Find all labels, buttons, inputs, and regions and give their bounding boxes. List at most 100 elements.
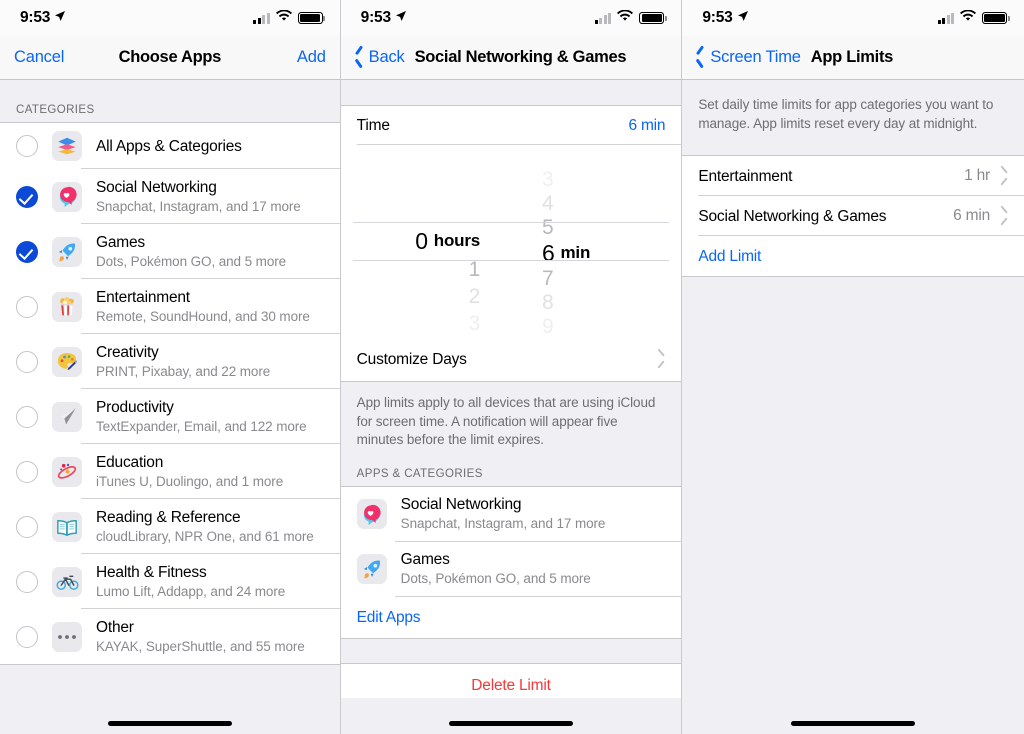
category-checkbox-unchecked[interactable] [16,405,38,428]
category-row-text: Creativity PRINT, Pixabay, and 22 more [96,336,324,388]
picker-hours-item [341,172,480,199]
app-limits-description: Set daily time limits for app categories… [682,96,1024,155]
category-checkbox-unchecked[interactable] [16,460,38,483]
category-checkbox-checked[interactable] [16,240,38,263]
atom-icon [52,456,82,487]
category-row-text: All Apps & Categories [96,130,324,163]
app-limit-row[interactable]: Entertainment 1 hr [682,156,1024,196]
category-row[interactable]: Health & Fitness Lumo Lift, Addapp, and 2… [0,554,340,609]
category-row-text: Social Networking Snapchat, Instagram, an… [96,171,324,223]
category-checkbox-unchecked[interactable] [16,515,38,538]
picker-minutes-column[interactable]: 3 4 5 6 min 7 8 9 [532,145,681,338]
paper-plane-icon [52,401,82,432]
picker-minutes-item [542,145,681,168]
edit-apps-row[interactable]: Edit Apps [340,596,682,638]
app-category-row[interactable]: Games Dots, Pokémon GO, and 5 more [340,541,682,597]
category-row[interactable]: Entertainment Remote, SoundHound, and 30 … [0,279,340,334]
categories-scroll-area[interactable]: CATEGORIES All Apps & Categories Social N… [0,80,340,734]
rocket-icon [356,554,387,584]
category-checkbox-checked[interactable] [16,185,38,208]
category-row[interactable]: Creativity PRINT, Pixabay, and 22 more [0,334,340,389]
time-row-text: Time [357,109,629,142]
category-subtitle: Dots, Pokémon GO, and 5 more [96,253,287,269]
cellular-signal-icon [594,12,612,24]
home-indicator[interactable] [791,721,916,726]
app-limit-row-text: Entertainment [698,160,964,193]
home-indicator[interactable] [107,721,232,726]
status-bar-time-group: 9:53 [20,9,66,27]
paint-palette-icon [52,346,82,377]
picker-minutes-item: 5 [542,215,554,239]
category-row[interactable]: Reading & Reference cloudLibrary, NPR One… [0,499,340,554]
status-bar-time: 9:53 [702,9,733,26]
back-button[interactable]: Back [355,48,405,67]
delete-limit-label: Delete Limit [471,676,551,694]
time-row-label: Time [356,117,390,134]
cancel-button[interactable]: Cancel [14,48,64,67]
picker-hours-unit: hours [433,231,481,250]
category-row-text: Education iTunes U, Duolingo, and 1 more [96,446,324,498]
app-category-row-text: Games Dots, Pokémon GO, and 5 more [401,543,666,595]
category-row[interactable]: Other KAYAK, SuperShuttle, and 55 more [0,609,340,664]
picker-minutes-selected-value: 6 [542,239,555,266]
add-limit-text: Add Limit [698,240,1008,273]
category-checkbox-unchecked[interactable] [16,625,38,648]
status-bar-time-group: 9:53 [361,9,407,27]
app-limit-value: 6 min [953,207,991,224]
status-bar: 9:53 [0,0,340,36]
app-category-row[interactable]: Social Networking Snapchat, Instagram, an… [340,486,682,542]
app-limits-scroll-area[interactable]: Set daily time limits for app categories… [682,80,1024,734]
category-subtitle: PRINT, Pixabay, and 22 more [96,363,271,379]
ellipsis-icon [52,621,82,652]
category-row[interactable]: Social Networking Snapchat, Instagram, an… [0,169,340,224]
category-checkbox-unchecked[interactable] [16,135,38,157]
duration-picker[interactable]: 0 hours 1 2 3 3 4 5 6 min 7 8 9 [340,145,682,338]
category-row[interactable]: Games Dots, Pokémon GO, and 5 more [0,224,340,279]
stack-layers-icon [52,131,82,161]
nav-bar: Screen Time App Limits [682,36,1024,80]
home-bar-area [340,698,682,734]
category-row[interactable]: All Apps & Categories [0,123,340,169]
customize-days-text: Customize Days [357,343,648,376]
app-limit-value: 1 hr [964,167,991,184]
time-row-value: 6 min [628,116,666,134]
edit-apps-label: Edit Apps [356,608,421,626]
customize-days-label: Customize Days [356,350,467,368]
add-limit-row[interactable]: Add Limit [682,236,1024,276]
customize-days-row[interactable]: Customize Days [340,337,682,381]
category-subtitle: TextExpander, Email, and 122 more [96,418,307,434]
category-row[interactable]: Education iTunes U, Duolingo, and 1 more [0,444,340,499]
status-bar: 9:53 [682,0,1024,36]
category-checkbox-unchecked[interactable] [16,295,38,318]
limit-detail-scroll-area[interactable]: Time 6 min 0 hours 1 2 3 3 4 5 6 min 7 8… [340,80,682,734]
picker-hours-column[interactable]: 0 hours 1 2 3 [341,145,532,337]
picker-hours-item [341,145,480,172]
nav-bar: Cancel Choose Apps Add [0,36,340,80]
time-row[interactable]: Time 6 min [340,106,682,145]
app-limit-row[interactable]: Social Networking & Games 6 min [682,196,1024,236]
add-button[interactable]: Add [297,48,326,67]
category-subtitle: cloudLibrary, NPR One, and 61 more [96,528,314,544]
chevron-right-icon [656,352,665,367]
category-checkbox-unchecked[interactable] [16,350,38,373]
location-arrow-icon [54,9,66,27]
picker-minutes-item: 7 [542,266,554,290]
picker-hours-item: 3 [468,311,481,335]
limit-footnote: App limits apply to all devices that are… [340,382,682,466]
app-limit-title: Social Networking & Games [698,207,887,225]
home-indicator[interactable] [449,721,573,726]
popcorn-icon [52,291,82,322]
app-category-row-text: Social Networking Snapchat, Instagram, an… [401,488,666,540]
category-row[interactable]: Productivity TextExpander, Email, and 122… [0,389,340,444]
page-title: Social Networking & Games [414,48,627,66]
category-checkbox-unchecked[interactable] [16,570,38,593]
screen-choose-apps: 9:53 Cancel Choose Apps Add CATEGORIES A… [0,0,341,734]
category-title: Creativity [96,343,159,361]
app-category-title: Social Networking [400,496,522,513]
category-row-text: Health & Fitness Lumo Lift, Addapp, and 2… [96,556,324,608]
chevron-left-icon [355,49,365,66]
picker-minutes-item: 8 [542,290,554,314]
picker-hours-item: 2 [468,284,481,308]
home-bar-area [0,698,340,734]
back-button[interactable]: Screen Time [696,48,801,67]
